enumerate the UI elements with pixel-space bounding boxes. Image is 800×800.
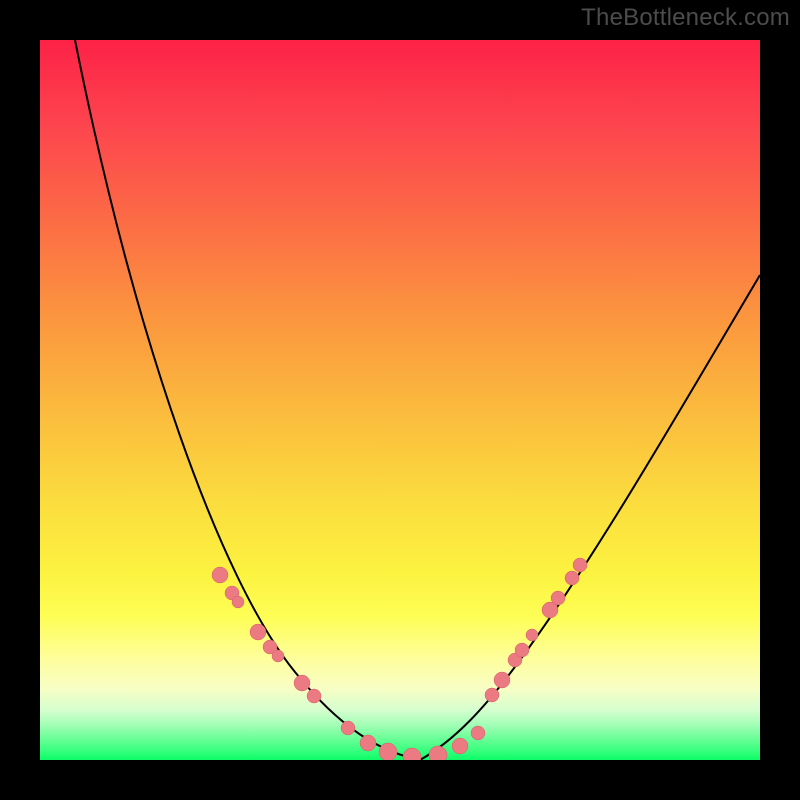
data-marker — [471, 726, 485, 740]
markers-right — [485, 558, 587, 702]
watermark-text: TheBottleneck.com — [581, 4, 790, 32]
data-marker — [526, 629, 538, 641]
data-marker — [250, 624, 266, 640]
markers-left — [212, 567, 355, 735]
data-marker — [494, 672, 510, 688]
plot-area — [40, 40, 760, 760]
chart-frame: TheBottleneck.com — [0, 0, 800, 800]
data-marker — [515, 643, 529, 657]
data-marker — [565, 571, 579, 585]
data-marker — [360, 735, 376, 751]
data-marker — [403, 748, 421, 760]
data-marker — [341, 721, 355, 735]
right-curve — [420, 275, 760, 760]
data-marker — [429, 746, 447, 760]
data-marker — [551, 591, 565, 605]
data-marker — [232, 596, 244, 608]
data-marker — [452, 738, 468, 754]
curves-svg — [40, 40, 760, 760]
data-marker — [272, 650, 284, 662]
data-marker — [573, 558, 587, 572]
data-marker — [294, 675, 310, 691]
markers-bottom — [360, 726, 485, 760]
data-marker — [485, 688, 499, 702]
data-marker — [379, 743, 397, 760]
data-marker — [212, 567, 228, 583]
left-curve — [75, 40, 420, 760]
data-marker — [307, 689, 321, 703]
